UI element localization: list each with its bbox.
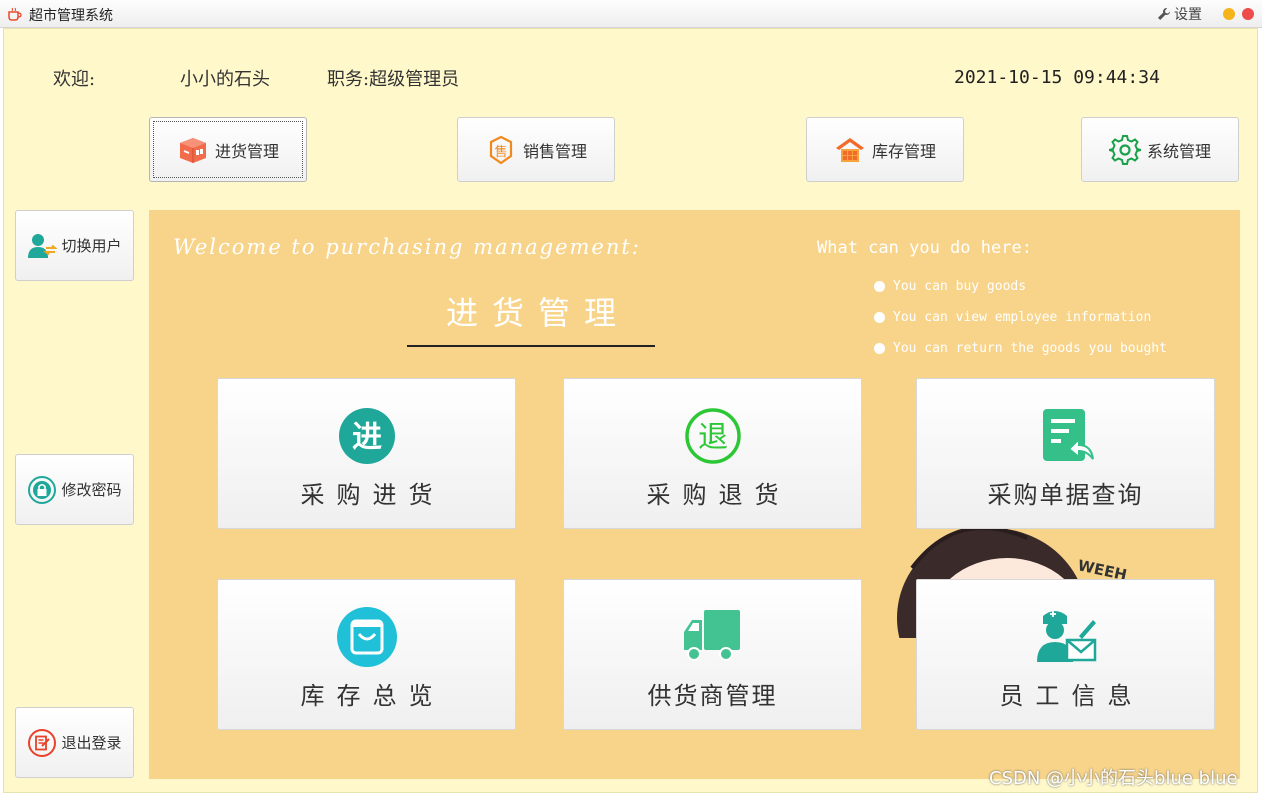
main-window: 欢迎: 小小的石头 职务:超级管理员 2021-10-15 09:44:34 进… xyxy=(3,28,1258,793)
panel-title: 进货管理 xyxy=(445,294,630,332)
nav-label: 系统管理 xyxy=(1146,141,1211,161)
bullet-icon xyxy=(874,343,885,354)
help-item: You can return the goods you bought xyxy=(874,341,1167,356)
switch-user-icon xyxy=(28,233,58,258)
datetime-display: 2021-10-15 09:44:34 xyxy=(954,67,1160,88)
nav-label: 库存管理 xyxy=(871,141,936,161)
svg-text:退: 退 xyxy=(698,420,728,455)
purchase-return-icon: 退 xyxy=(684,408,741,464)
shopping-bag-icon xyxy=(336,607,397,667)
tile-label: 采购退货 xyxy=(646,481,791,509)
inventory-overview-tile[interactable]: 库存总览 xyxy=(217,579,516,730)
svg-text:售: 售 xyxy=(494,144,507,160)
sidebar-label: 切换用户 xyxy=(61,237,122,255)
bullet-icon xyxy=(874,281,885,292)
help-item: You can view employee information xyxy=(874,310,1151,325)
settings-button[interactable]: 设置 xyxy=(1157,4,1202,24)
nav-purchase-management-button[interactable]: 进货管理 xyxy=(149,117,307,182)
tile-label: 采购单据查询 xyxy=(987,481,1144,509)
document-query-icon xyxy=(1042,409,1094,461)
purchase-return-tile[interactable]: 退 采购退货 xyxy=(563,378,862,529)
logout-button[interactable]: 退出登录 xyxy=(15,707,134,778)
change-password-button[interactable]: 修改密码 xyxy=(15,454,134,525)
supplier-management-tile[interactable]: 供货商管理 xyxy=(563,579,862,730)
sale-tag-icon: 售 xyxy=(489,135,513,164)
window-title-bar: 超市管理系统 设置 xyxy=(0,0,1262,28)
help-item: You can buy goods xyxy=(874,279,1026,294)
switch-user-button[interactable]: 切换用户 xyxy=(15,210,134,281)
sidebar-label: 修改密码 xyxy=(61,481,122,499)
warehouse-icon xyxy=(835,137,864,162)
sidebar-label: 退出登录 xyxy=(61,734,122,752)
svg-text:进: 进 xyxy=(352,420,382,455)
purchase-panel: Welcome to purchasing management: 进货管理 W… xyxy=(149,210,1240,779)
package-icon xyxy=(179,137,206,163)
nav-label: 销售管理 xyxy=(522,141,587,161)
nav-sales-management-button[interactable]: 售 销售管理 xyxy=(457,117,615,182)
settings-label: 设置 xyxy=(1174,7,1202,23)
gear-icon xyxy=(1108,134,1141,165)
help-item-text: You can view employee information xyxy=(893,310,1152,325)
help-item-text: You can return the goods you bought xyxy=(893,341,1167,356)
welcome-label: 欢迎: xyxy=(53,69,96,90)
help-heading: What can you do here: xyxy=(817,238,1032,258)
tile-label: 采购进货 xyxy=(300,481,445,509)
tile-label: 库存总览 xyxy=(300,682,445,710)
truck-icon xyxy=(683,610,740,661)
purchase-in-tile[interactable]: 进 采购进货 xyxy=(217,378,516,529)
tile-label: 供货商管理 xyxy=(647,682,778,710)
lock-icon xyxy=(28,475,57,504)
logout-icon xyxy=(28,728,57,757)
help-item-text: You can buy goods xyxy=(893,279,1027,294)
close-button[interactable] xyxy=(1242,8,1254,20)
minimize-button[interactable] xyxy=(1223,8,1235,20)
employee-info-tile[interactable]: 员工信息 xyxy=(916,579,1215,730)
user-name: 小小的石头 xyxy=(180,69,270,90)
tile-label: 员工信息 xyxy=(999,682,1144,710)
wrench-icon xyxy=(1158,8,1170,20)
watermark: CSDN @小小的石头blue blue xyxy=(989,768,1238,789)
purchase-document-query-tile[interactable]: 采购单据查询 xyxy=(916,378,1215,529)
nav-inventory-management-button[interactable]: 库存管理 xyxy=(806,117,964,182)
nav-system-management-button[interactable]: 系统管理 xyxy=(1081,117,1239,182)
panel-welcome-text: Welcome to purchasing management: xyxy=(173,235,641,259)
nav-label: 进货管理 xyxy=(214,141,279,161)
user-role: 职务:超级管理员 xyxy=(327,69,460,90)
bullet-icon xyxy=(874,312,885,323)
app-cup-icon xyxy=(8,7,22,21)
employee-icon xyxy=(1036,611,1096,662)
purchase-in-icon: 进 xyxy=(338,408,395,464)
title-underline xyxy=(407,345,655,347)
window-title: 超市管理系统 xyxy=(29,8,113,24)
